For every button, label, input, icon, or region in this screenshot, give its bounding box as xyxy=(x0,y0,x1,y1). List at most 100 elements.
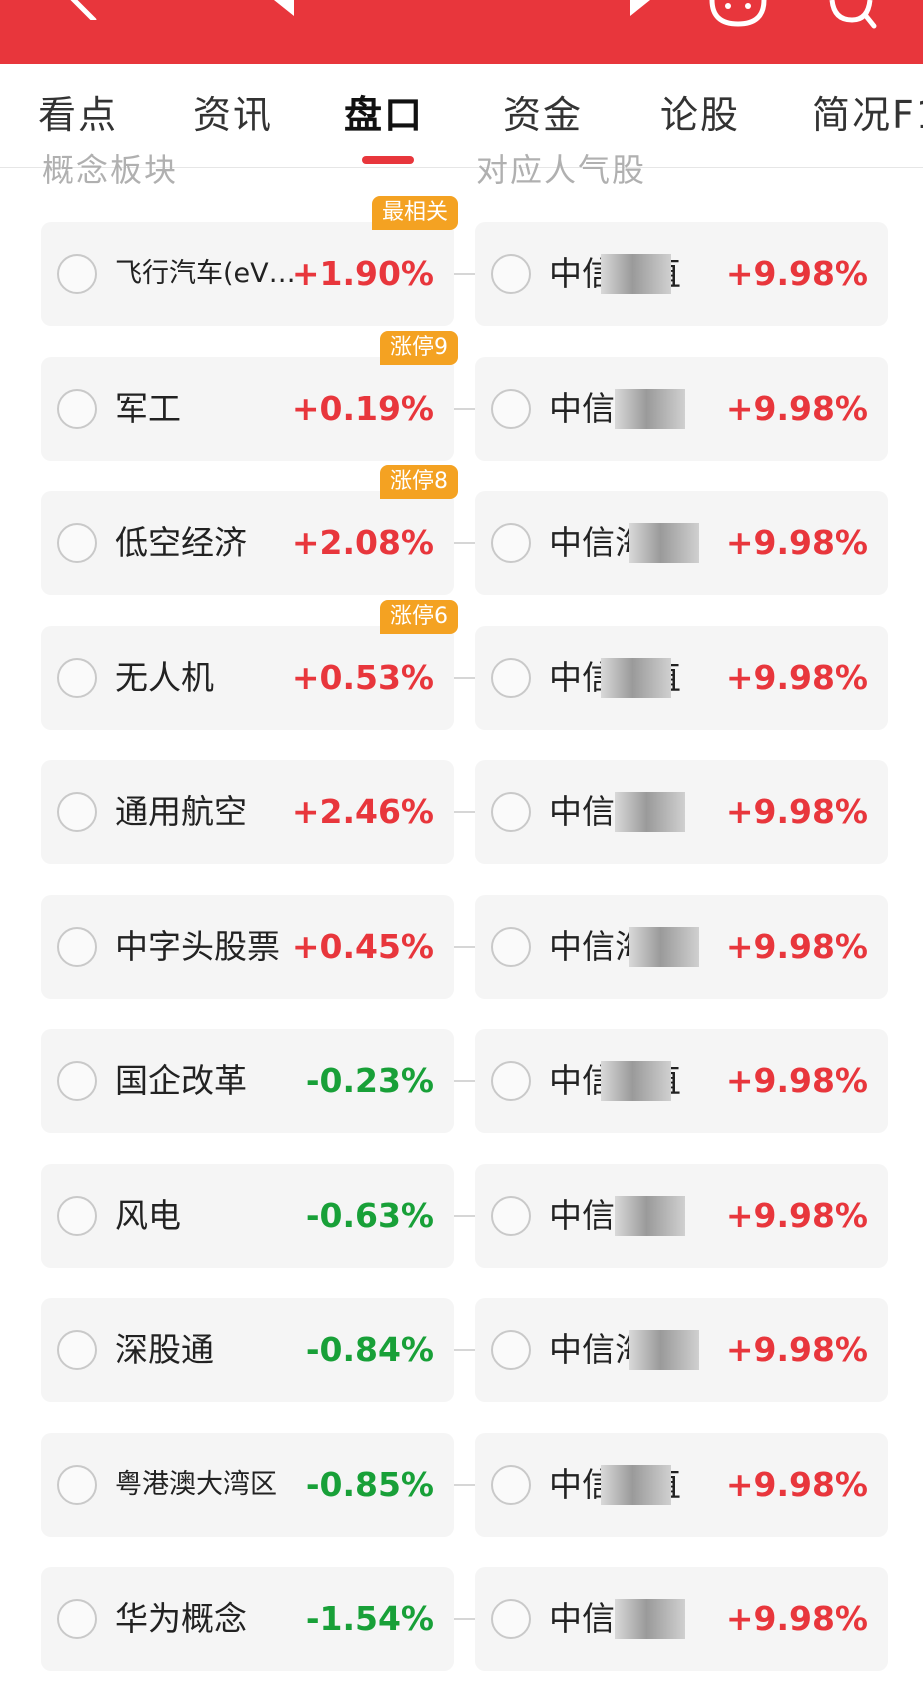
concept-radio[interactable] xyxy=(57,1599,97,1639)
concept-card[interactable]: 无人机 +0.53% 涨停6 xyxy=(41,600,458,730)
concept-radio[interactable] xyxy=(57,1061,97,1101)
concept-name: 国企改革 xyxy=(115,1061,247,1100)
stock-change-pct: +9.98% xyxy=(725,1061,868,1100)
tab-zijin[interactable]: 资金 xyxy=(503,90,583,140)
concept-radio[interactable] xyxy=(57,1196,97,1236)
stock-radio[interactable] xyxy=(491,1330,531,1370)
concept-name: 低空经济 xyxy=(115,523,247,562)
tab-jiankuang[interactable]: 简况F1 xyxy=(812,90,923,140)
stock-card[interactable]: 中信海直 +9.98% xyxy=(475,1433,888,1537)
stock-card[interactable]: 中信海直 +9.98% xyxy=(475,491,888,595)
active-tab-indicator xyxy=(362,156,414,164)
concept-card[interactable]: 飞行汽车(eV… +1.90% 最相关 xyxy=(41,196,458,326)
privacy-mosaic xyxy=(629,927,699,967)
concept-change-pct: +1.90% xyxy=(291,254,434,293)
concept-radio[interactable] xyxy=(57,1465,97,1505)
concept-card[interactable]: 通用航空 +2.46% xyxy=(41,760,454,864)
stock-radio[interactable] xyxy=(491,1061,531,1101)
stock-card[interactable]: 中信海直 +9.98% xyxy=(475,1567,888,1671)
row-connector xyxy=(454,677,475,679)
stock-radio[interactable] xyxy=(491,1599,531,1639)
stock-card[interactable]: 中信海直 +9.98% xyxy=(475,1029,888,1133)
concept-name: 中字头股票 xyxy=(115,927,280,966)
concept-change-pct: +0.53% xyxy=(291,658,434,697)
table-row: 飞行汽车(eV… +1.90% 最相关 中信海直 +9.98% xyxy=(0,196,923,326)
stock-change-pct: +9.98% xyxy=(725,1196,868,1235)
row-connector xyxy=(454,1349,475,1351)
row-connector xyxy=(454,542,475,544)
concept-radio[interactable] xyxy=(57,254,97,294)
table-row: 深股通 -0.84% 中信海直 +9.98% xyxy=(0,1298,923,1402)
privacy-mosaic xyxy=(615,1599,685,1639)
concept-change-pct: -1.54% xyxy=(305,1599,434,1638)
concept-name: 华为概念 xyxy=(115,1599,247,1638)
stock-card[interactable]: 中信海直 +9.98% xyxy=(475,1298,888,1402)
stock-radio[interactable] xyxy=(491,1465,531,1505)
search-icon[interactable] xyxy=(828,0,878,30)
concept-card[interactable]: 华为概念 -1.54% xyxy=(41,1567,454,1671)
concept-change-pct: +2.08% xyxy=(291,523,434,562)
concept-change-pct: +2.46% xyxy=(291,792,434,831)
concept-card[interactable]: 中字头股票 +0.45% xyxy=(41,895,454,999)
stock-radio[interactable] xyxy=(491,792,531,832)
tab-zixun[interactable]: 资讯 xyxy=(193,90,273,140)
tab-pankou[interactable]: 盘口 xyxy=(344,90,424,140)
stock-radio[interactable] xyxy=(491,1196,531,1236)
stock-change-pct: +9.98% xyxy=(725,792,868,831)
table-row: 军工 +0.19% 涨停9 中信海直 +9.98% xyxy=(0,331,923,461)
table-row: 无人机 +0.53% 涨停6 中信海直 +9.98% xyxy=(0,600,923,730)
tab-kandian[interactable]: 看点 xyxy=(38,90,118,140)
concept-card[interactable]: 低空经济 +2.08% 涨停8 xyxy=(41,465,458,595)
stock-radio[interactable] xyxy=(491,254,531,294)
concept-change-pct: +0.45% xyxy=(291,927,434,966)
stock-card[interactable]: 中信海直 +9.98% xyxy=(475,760,888,864)
stock-radio[interactable] xyxy=(491,658,531,698)
concept-card[interactable]: 军工 +0.19% 涨停9 xyxy=(41,331,458,461)
stock-change-pct: +9.98% xyxy=(725,658,868,697)
concept-radio[interactable] xyxy=(57,523,97,563)
concept-name: 粤港澳大湾区 xyxy=(115,1469,277,1500)
concept-change-pct: -0.63% xyxy=(305,1196,434,1235)
row-connector xyxy=(454,1080,475,1082)
tab-lungu[interactable]: 论股 xyxy=(660,90,740,140)
concept-card[interactable]: 国企改革 -0.23% xyxy=(41,1029,454,1133)
concept-radio[interactable] xyxy=(57,1330,97,1370)
concept-radio[interactable] xyxy=(57,792,97,832)
stock-radio[interactable] xyxy=(491,389,531,429)
table-row: 中字头股票 +0.45% 中信海直 +9.98% xyxy=(0,895,923,999)
privacy-mosaic xyxy=(601,1465,671,1505)
stock-radio[interactable] xyxy=(491,927,531,967)
concept-card[interactable]: 风电 -0.63% xyxy=(41,1164,454,1268)
top-app-bar xyxy=(0,0,923,64)
stock-change-pct: +9.98% xyxy=(725,389,868,428)
table-row: 国企改革 -0.23% 中信海直 +9.98% xyxy=(0,1029,923,1133)
stock-title xyxy=(380,20,560,44)
mascot-pig-icon[interactable] xyxy=(708,0,768,30)
concept-change-pct: -0.23% xyxy=(305,1061,434,1100)
stock-card[interactable]: 中信海直 +9.98% xyxy=(475,357,888,461)
concept-card[interactable]: 深股通 -0.84% xyxy=(41,1298,454,1402)
back-arrow-icon[interactable] xyxy=(58,0,98,20)
concept-radio[interactable] xyxy=(57,658,97,698)
stock-card[interactable]: 中信海直 +9.98% xyxy=(475,895,888,999)
concept-name: 飞行汽车(eV… xyxy=(115,258,296,289)
concept-card[interactable]: 粤港澳大湾区 -0.85% xyxy=(41,1433,454,1537)
privacy-mosaic xyxy=(615,389,685,429)
row-connector xyxy=(454,273,475,275)
previous-stock-icon[interactable] xyxy=(270,0,296,20)
stock-card[interactable]: 中信海直 +9.98% xyxy=(475,222,888,326)
privacy-mosaic xyxy=(601,254,671,294)
stock-card[interactable]: 中信海直 +9.98% xyxy=(475,1164,888,1268)
relevance-badge: 涨停8 xyxy=(380,465,458,499)
stock-card[interactable]: 中信海直 +9.98% xyxy=(475,626,888,730)
next-stock-icon[interactable] xyxy=(628,0,654,20)
concept-radio[interactable] xyxy=(57,927,97,967)
concept-radio[interactable] xyxy=(57,389,97,429)
relevance-badge: 最相关 xyxy=(371,196,458,230)
stock-change-pct: +9.98% xyxy=(725,1465,868,1504)
privacy-mosaic xyxy=(629,1330,699,1370)
privacy-mosaic xyxy=(615,792,685,832)
stock-radio[interactable] xyxy=(491,523,531,563)
column-header-concept: 概念板块 xyxy=(42,151,179,189)
privacy-mosaic xyxy=(629,523,699,563)
